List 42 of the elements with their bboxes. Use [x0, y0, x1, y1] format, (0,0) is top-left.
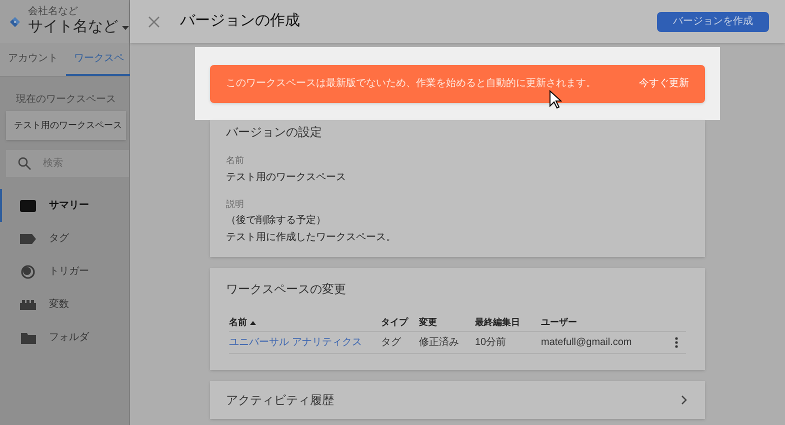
change-name-link[interactable]: ユニバーサル アナリティクス	[229, 335, 362, 350]
column-header[interactable]: タイプ	[381, 314, 419, 332]
banner-message: このワークスペースは最新版でないため、作業を始めると自動的に更新されます。	[226, 76, 596, 91]
workspace-selector[interactable]: テスト用のワークスペース	[6, 111, 126, 140]
cursor-icon	[549, 90, 562, 109]
site-name: サイト名など	[28, 18, 118, 38]
update-now-link[interactable]: 今すぐ更新	[639, 76, 689, 91]
column-header[interactable]: 名前	[229, 314, 381, 332]
card-title: ワークスペースの変更	[226, 281, 347, 298]
blocks-icon	[20, 300, 36, 310]
trigger-icon	[21, 264, 35, 278]
card-title: アクティビティ履歴	[226, 392, 334, 409]
folder-icon	[20, 332, 36, 344]
sidebar-tab[interactable]: アカウント	[0, 43, 66, 76]
company-name: 会社名など	[28, 6, 79, 18]
card-title: バージョンの設定	[226, 124, 323, 141]
nav-item[interactable]: フォルダ	[0, 321, 129, 354]
field-label: 名前	[226, 154, 245, 167]
nav-item[interactable]: トリガー	[0, 255, 129, 288]
section-label: 現在のワークスペース	[15, 93, 117, 107]
search-icon	[18, 157, 31, 170]
column-header[interactable]: ユーザー	[541, 314, 666, 332]
column-header[interactable]: 最終編集日	[475, 314, 541, 332]
chevron-right-icon	[681, 395, 687, 405]
tray-icon	[20, 200, 36, 212]
create-version-button[interactable]: バージョンを作成	[657, 12, 769, 32]
field-value: （後で削除する予定）	[226, 214, 327, 228]
table-cell-text: タグ	[381, 336, 401, 350]
more-icon[interactable]	[674, 337, 678, 348]
nav-item[interactable]: タグ	[0, 222, 129, 255]
table-cell-text: 修正済み	[419, 336, 459, 350]
table-cell-text: 10分前	[475, 336, 506, 350]
activity-card[interactable]: アクティビティ履歴	[210, 381, 705, 419]
dialog-title: バージョンの作成	[180, 11, 300, 32]
table-cell-text: matefull@gmail.com	[541, 336, 632, 350]
field-label: 説明	[226, 198, 245, 210]
column-header[interactable]: 変更	[419, 314, 475, 332]
field-value: テスト用のワークスペース	[226, 170, 347, 184]
field-value: テスト用に作成したワークスペース。	[226, 230, 397, 245]
nav-item[interactable]: 変数	[0, 288, 129, 321]
tag-icon	[20, 234, 36, 244]
caret-icon[interactable]	[122, 26, 129, 30]
